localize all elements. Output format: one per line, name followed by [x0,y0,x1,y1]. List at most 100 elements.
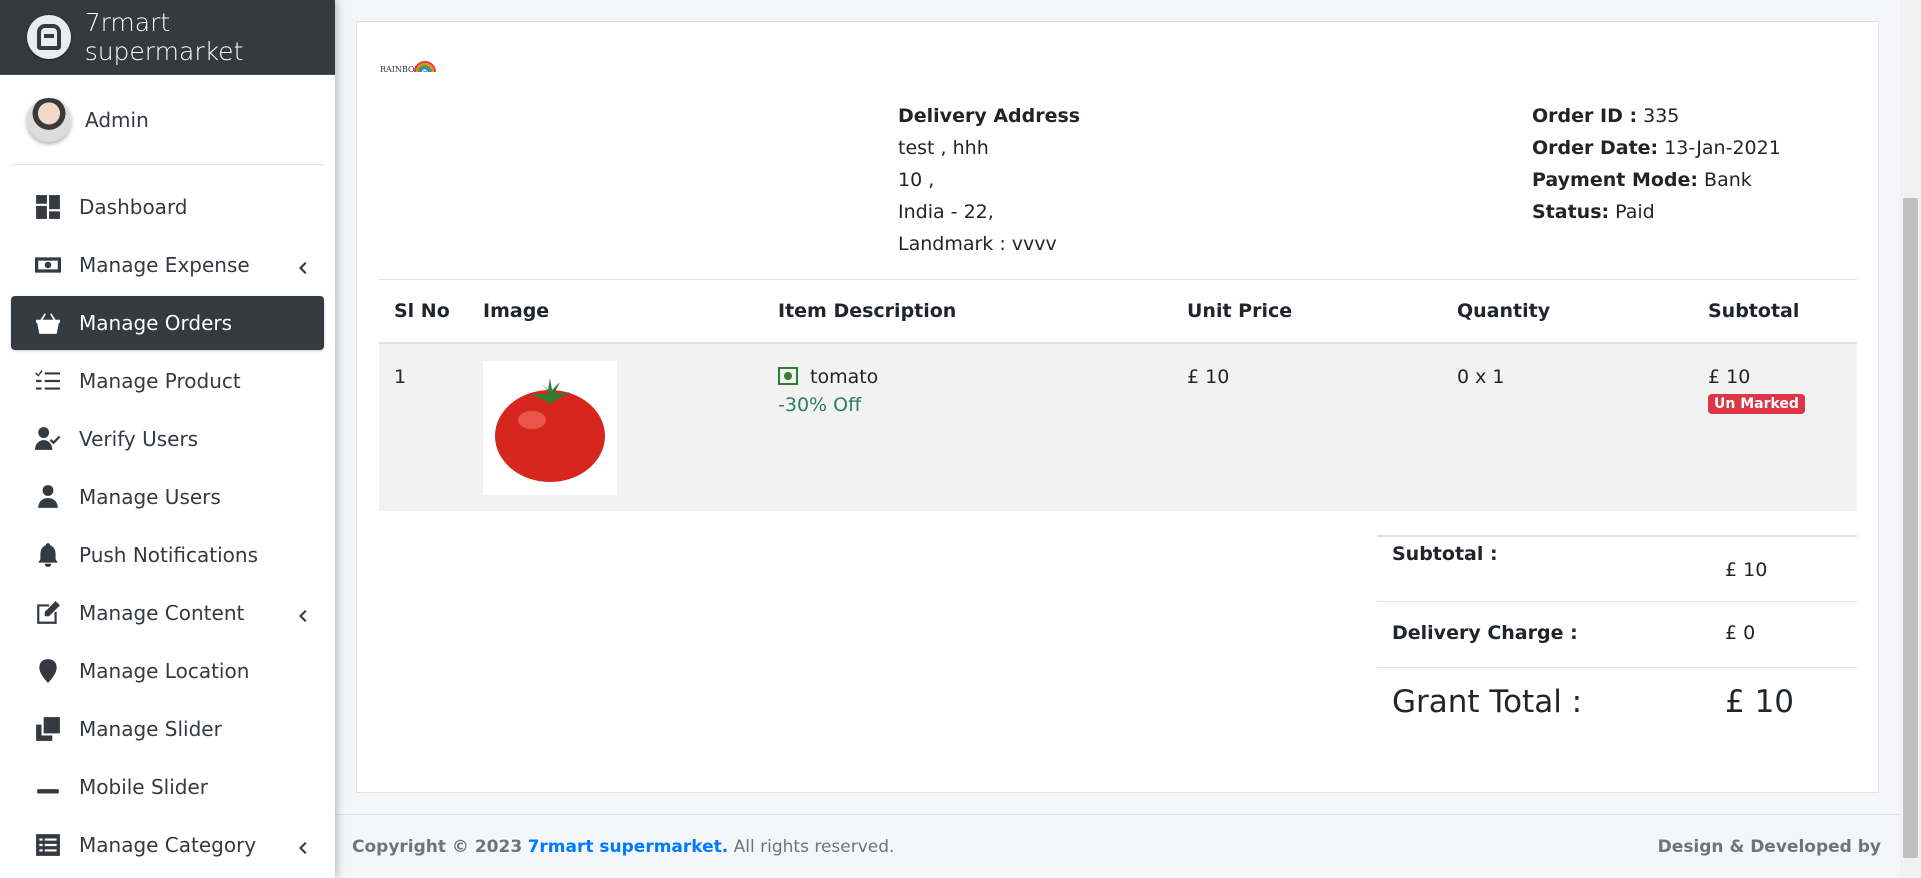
column-header: Item Description [778,300,957,322]
sidebar-item-manage-slider[interactable]: Manage Slider [11,702,324,756]
column-header: Sl No [394,300,450,322]
address-line: 10 , [898,169,935,191]
sidebar-item-manage-orders[interactable]: Manage Orders [11,296,324,350]
clone-icon [34,715,62,743]
tomato-image-icon [495,378,605,482]
sidebar-item-push-notifications[interactable]: Push Notifications [11,528,324,582]
copyright-text: Copyright © 2023 [352,837,523,857]
main-content: RAINBOWS Delivery Address test , hhh 10 … [335,0,1900,878]
footer-brand-link[interactable]: 7rmart supermarket. [528,837,729,857]
store-logo-icon: RAINBOWS [380,61,436,74]
subtotal-value: £ 10 [1725,559,1768,581]
user-icon [34,483,62,511]
sidebar-item-label: Verify Users [79,427,199,451]
invoice-card: RAINBOWS Delivery Address test , hhh 10 … [356,21,1879,793]
order-date-label: Order Date: [1532,137,1659,159]
order-status: Status: Paid [1532,196,1781,228]
subtotal-row: Subtotal : £ 10 [1377,535,1857,601]
order-info: Order ID : 335 Order Date: 13-Jan-2021 P… [1532,100,1781,228]
chevron-left-icon [294,837,310,854]
table-row: 1 tomato -30% Off £ 10 0 x 1 £ 10 Un Mar… [379,344,1857,511]
delivery-charge-value: £ 0 [1725,622,1756,644]
user-name: Admin [85,107,149,132]
brand-logo-icon [27,15,71,59]
order-id: Order ID : 335 [1532,100,1781,132]
delivery-address: Delivery Address test , hhh 10 , India -… [898,100,1080,260]
subtotal-label: Subtotal : [1392,543,1498,565]
sidebar-item-label: Manage Expense [79,253,250,277]
payment-mode-label: Payment Mode: [1532,169,1698,191]
order-items-table: Sl No Image Item Description Unit Price … [379,279,1857,511]
sidebar-item-manage-users[interactable]: Manage Users [11,470,324,524]
footer-copyright: Copyright © 2023 7rmart supermarket. All… [352,837,894,857]
sidebar-item-label: Manage Orders [79,311,233,335]
sidebar-item-label: Manage Location [79,659,250,683]
sidebar-item-label: Mobile Slider [79,775,208,799]
row-subtotal: £ 10 [1708,366,1751,388]
brand-name: 7rmart supermarket [84,8,244,66]
column-header: Subtotal [1708,300,1800,322]
column-header: Image [483,300,550,322]
veg-indicator-icon [778,367,798,385]
sidebar-item-label: Dashboard [79,195,188,219]
user-check-icon [34,425,62,453]
edit-icon [34,599,62,627]
basket-icon [34,309,62,337]
grand-total-label: Grant Total : [1392,684,1583,720]
subtotal-cell: £ 10 Un Marked [1708,366,1805,414]
order-date-value: 13-Jan-2021 [1664,137,1781,159]
order-status-value: Paid [1615,201,1655,223]
dashboard-icon [34,193,62,221]
grand-total-value: £ 10 [1725,684,1795,720]
footer-credit: Design & Developed by [1657,837,1881,857]
chevron-left-icon [294,605,310,622]
sidebar-item-manage-location[interactable]: Manage Location [11,644,324,698]
list-alt-icon [34,831,62,859]
order-id-value: 335 [1643,105,1680,127]
address-line: India - 22, [898,201,994,223]
map-marker-icon [34,657,62,685]
status-badge: Un Marked [1708,394,1805,414]
page-scrollbar[interactable] [1900,0,1921,878]
quantity-cell: 0 x 1 [1457,366,1505,388]
sidebar-item-verify-users[interactable]: Verify Users [11,412,324,466]
address-line: Landmark : vvvv [898,233,1057,255]
sidebar-item-manage-category[interactable]: Manage Category [11,818,324,872]
unit-price-cell: £ 10 [1187,366,1230,388]
brand-link[interactable]: 7rmart supermarket [0,0,335,75]
user-panel[interactable]: Admin [11,75,324,165]
sidebar-item-label: Manage Product [79,369,241,393]
sidebar-item-mobile-slider[interactable]: Mobile Slider [11,760,324,814]
sidebar: 7rmart supermarket Admin Dashboard Manag… [0,0,335,878]
item-name: tomato [810,366,879,388]
scrollbar-thumb[interactable] [1903,198,1918,858]
order-status-label: Status: [1532,201,1610,223]
money-icon [34,251,62,279]
tasks-icon [34,367,62,395]
grand-total-row: Grant Total : £ 10 [1377,667,1857,742]
payment-mode-value: Bank [1704,169,1752,191]
sidebar-item-manage-expense[interactable]: Manage Expense [11,238,324,292]
sidebar-item-manage-product[interactable]: Manage Product [11,354,324,408]
table-header: Sl No Image Item Description Unit Price … [379,279,1857,344]
item-discount: -30% Off [778,394,862,416]
payment-mode: Payment Mode: Bank [1532,164,1781,196]
bell-icon [34,541,62,569]
minus-icon [34,773,62,801]
avatar [27,97,71,142]
footer: Copyright © 2023 7rmart supermarket. All… [335,814,1900,878]
sidebar-item-label: Manage Content [79,601,245,625]
delivery-charge-label: Delivery Charge : [1392,622,1578,644]
sidebar-item-label: Manage Category [79,833,257,857]
sidebar-item-manage-content[interactable]: Manage Content [11,586,324,640]
product-image [483,361,617,495]
rights-text: All rights reserved. [733,837,895,857]
item-description-cell: tomato -30% Off [778,366,878,416]
order-totals: Subtotal : £ 10 Delivery Charge : £ 0 Gr… [1377,535,1857,742]
sidebar-item-dashboard[interactable]: Dashboard [11,180,324,234]
address-line: test , hhh [898,137,989,159]
chevron-left-icon [294,257,310,274]
sidebar-item-label: Manage Users [79,485,221,509]
column-header: Quantity [1457,300,1551,322]
sl-no-cell: 1 [394,366,407,388]
